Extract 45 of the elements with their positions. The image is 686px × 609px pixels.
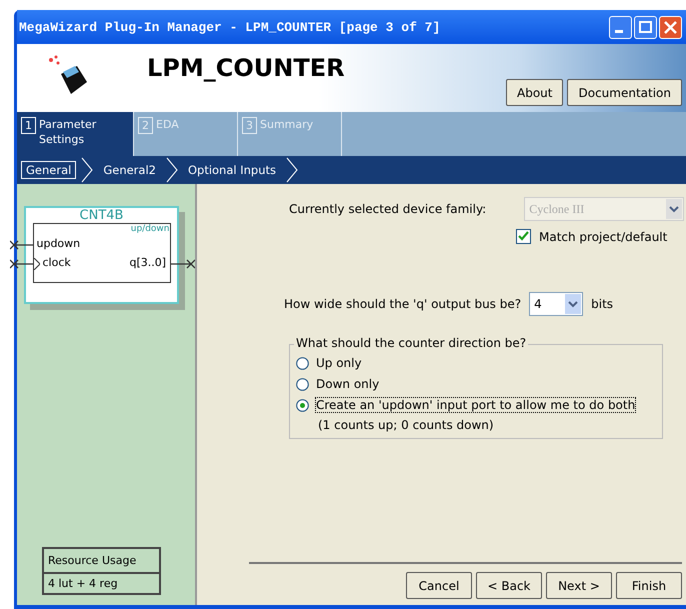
tab-number: 2 (138, 117, 153, 134)
step-link[interactable]: General2 (98, 161, 161, 179)
radio-label: Up only (315, 355, 363, 371)
match-default-label: Match project/default (539, 230, 668, 244)
tab-label: EDA (156, 117, 179, 132)
tab-label: Summary (260, 117, 314, 132)
input-port-label: clock (42, 256, 71, 269)
resource-value: 4 lut + 4 reg (47, 576, 119, 592)
symbol-name: CNT4B (80, 208, 124, 223)
documentation-button[interactable]: Documentation (567, 79, 682, 106)
maximize-icon[interactable] (634, 16, 657, 38)
radio-button[interactable] (296, 398, 309, 412)
wizard-tab[interactable]: 1 Parameter Settings (17, 112, 134, 156)
minimize-icon[interactable] (609, 16, 632, 38)
chevron-icon (164, 156, 179, 184)
bits-label: bits (591, 297, 614, 311)
device-family-label: Currently selected device family: (289, 202, 486, 216)
radio-button[interactable] (296, 378, 309, 390)
cancel-button[interactable]: Cancel (406, 572, 472, 599)
direction-note: (1 counts up; 0 counts down) (318, 418, 495, 432)
input-port-label: updown (36, 237, 80, 250)
tab-number: 1 (21, 117, 36, 134)
close-icon[interactable] (659, 16, 682, 38)
next-button[interactable]: Next > (546, 572, 612, 599)
chevron-icon (80, 156, 94, 184)
group-legend: What should the counter direction be? (294, 336, 528, 350)
symbol-mode: up/down (130, 224, 170, 234)
radio-label: Down only (315, 376, 380, 392)
back-button[interactable]: < Back (476, 572, 542, 599)
wizard-title: LPM_COUNTER (147, 54, 345, 82)
step-link[interactable]: General (21, 161, 76, 179)
window-title: MegaWizard Plug-In Manager - LPM_COUNTER [page 3 of 7] (19, 20, 440, 34)
about-button[interactable]: About (506, 79, 564, 106)
chevron-icon (285, 156, 300, 184)
step-link[interactable]: Optional Inputs (182, 161, 282, 179)
radio-label: Create an 'updown' input port to allow me to do both (315, 397, 636, 413)
bus-width-label: How wide should the 'q' output bus be? (284, 297, 522, 311)
tab-number: 3 (242, 117, 257, 134)
bus-width-select[interactable]: 4 (529, 292, 584, 316)
tab-label: Parameter Settings (39, 117, 98, 147)
checkbox[interactable] (516, 229, 531, 244)
radio-button[interactable] (296, 356, 309, 370)
finish-button[interactable]: Finish (616, 572, 682, 599)
output-port-label: q[3..0] (130, 256, 166, 269)
resource-title: Resource Usage (44, 549, 159, 574)
